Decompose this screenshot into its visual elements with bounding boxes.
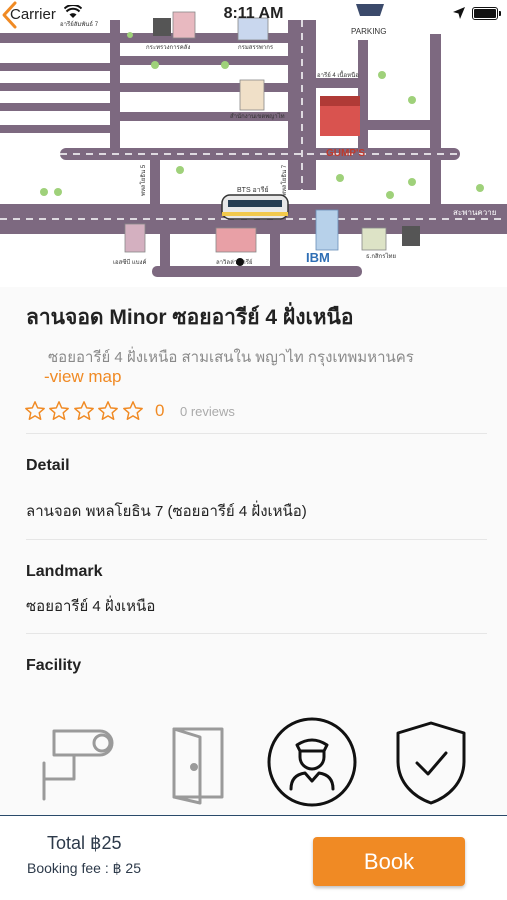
door-icon — [172, 727, 224, 805]
landmark-value: ซอยอารีย์ 4 ฝั่งเหนือ — [26, 598, 156, 615]
map-label-scb: เอสซีบี แบงค์ — [113, 258, 146, 266]
star-empty-icon[interactable] — [24, 400, 46, 422]
book-button[interactable]: Book — [313, 837, 465, 886]
star-empty-icon[interactable] — [48, 400, 70, 422]
parking-details: ลานจอด Minor ซอยอารีย์ 4 ฝั่งเหนือ ซอยอา… — [0, 287, 507, 815]
map-label-road: สะพานควาย — [453, 208, 496, 217]
map-label-office: สำนักงานเขตพญาไท — [230, 112, 285, 120]
map-label-kbank: ธ.กสิกรไทย — [366, 252, 396, 260]
page-title: ลานจอด Minor ซอยอารีย์ 4 ฝั่งเหนือ — [26, 306, 354, 329]
booking-footer: Total ฿25 Booking fee : ฿ 25 Book — [0, 815, 507, 900]
map-label-gov2: กรมสรรพากร — [238, 44, 274, 51]
shield-check-icon — [396, 721, 466, 805]
map-label-gov1: กระทรวงการคลัง — [146, 44, 190, 51]
address-text: ซอยอารีย์ 4 ฝั่งเหนือ สามเสนใน พญาไท กรุ… — [48, 349, 414, 366]
landmark-label: Landmark — [26, 563, 103, 580]
star-empty-icon[interactable] — [73, 400, 95, 422]
map-label-soi4: อารีย์ 4 เนื้อหนือ — [317, 69, 359, 79]
map-label-soi5: พหลโยธิน 5 — [139, 164, 147, 196]
parking-logo-text: PARKING — [351, 27, 386, 36]
divider — [26, 433, 487, 434]
detail-value: ลานจอด พหลโยธิน 7 (ซอยอารีย์ 4 ฝั่งเหนือ… — [26, 503, 307, 520]
map-label-villa: ลาวิลล่า อารีย์ — [216, 258, 253, 266]
security-guard-icon — [267, 717, 357, 807]
view-map-link[interactable]: -view map — [44, 367, 121, 387]
booking-fee: Booking fee : ฿ 25 — [27, 860, 141, 876]
divider — [26, 539, 487, 540]
battery-icon — [472, 7, 501, 20]
map-label-bts: BTS อารีย์ — [237, 186, 269, 194]
status-bar: Carrier 8:11 AM — [0, 0, 507, 28]
star-empty-icon[interactable] — [122, 400, 144, 422]
status-time: 8:11 AM — [223, 5, 284, 22]
detail-label: Detail — [26, 457, 70, 474]
map-illustration: PARKING IBM BTS อารีย์ สะพานควาย อารีย์ส… — [0, 4, 507, 277]
rating-stars[interactable] — [24, 400, 146, 422]
map-label-ibm: IBM — [306, 250, 330, 265]
divider — [26, 633, 487, 634]
rating-value: 0 — [155, 401, 165, 420]
location-arrow-icon — [453, 7, 465, 19]
facility-label: Facility — [26, 657, 82, 674]
star-empty-icon[interactable] — [97, 400, 119, 422]
cctv-camera-icon — [42, 729, 114, 801]
total-price: Total ฿25 — [47, 833, 122, 853]
map-label-soi7: พหลโยธิน 7 — [280, 164, 288, 196]
map-label-gump: GUMP'S — [326, 148, 365, 159]
review-count[interactable]: 0 reviews — [180, 404, 235, 419]
map-header[interactable]: PARKING IBM BTS อารีย์ สะพานควาย อารีย์ส… — [0, 0, 507, 287]
